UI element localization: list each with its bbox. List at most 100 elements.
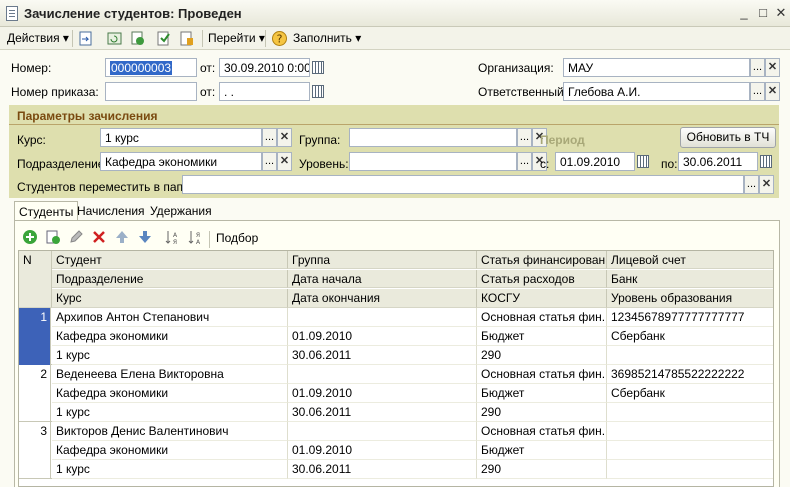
clear-icon[interactable]: ✕ bbox=[765, 58, 780, 77]
table-cell[interactable] bbox=[607, 346, 773, 365]
table-cell[interactable]: Бюджет bbox=[477, 441, 607, 460]
column-header[interactable]: Подразделение bbox=[52, 270, 288, 288]
calendar-icon[interactable] bbox=[310, 58, 325, 77]
tab-accruals[interactable]: Начисления bbox=[73, 201, 149, 221]
order-number-field[interactable] bbox=[105, 82, 197, 101]
table-cell[interactable]: Викторов Денис Валентинович bbox=[52, 422, 288, 441]
fill-menu[interactable]: Заполнить ▾ bbox=[293, 31, 361, 45]
responsible-field[interactable]: Глебова А.И. bbox=[563, 82, 750, 101]
table-cell[interactable] bbox=[288, 422, 477, 441]
sort-ascending-icon[interactable]: АЯ bbox=[164, 229, 180, 245]
table-cell[interactable]: 290 bbox=[477, 346, 607, 365]
organization-field[interactable]: МАУ bbox=[563, 58, 750, 77]
date-field[interactable]: 30.09.2010 0:00: bbox=[219, 58, 310, 77]
copy-row-icon[interactable] bbox=[45, 229, 61, 245]
update-in-table-button[interactable]: Обновить в ТЧ bbox=[680, 127, 776, 148]
table-cell[interactable]: 1 курс bbox=[52, 460, 288, 479]
table-cell[interactable]: Сбербанк bbox=[607, 327, 773, 346]
column-header[interactable]: Статья расходов bbox=[477, 270, 607, 288]
table-cell[interactable]: Сбербанк bbox=[607, 384, 773, 403]
sort-descending-icon[interactable]: ЯА bbox=[187, 229, 203, 245]
help-icon[interactable]: ? bbox=[271, 30, 288, 47]
delete-icon[interactable] bbox=[91, 229, 107, 245]
post-and-close-icon[interactable] bbox=[77, 30, 94, 47]
table-cell[interactable]: 30.06.2011 bbox=[288, 460, 477, 479]
table-cell[interactable]: Кафедра экономики bbox=[52, 384, 288, 403]
actions-menu[interactable]: Действия ▾ bbox=[7, 31, 69, 45]
column-header[interactable]: КОСГУ bbox=[477, 289, 607, 308]
goto-menu[interactable]: Перейти ▾ bbox=[208, 31, 265, 45]
table-cell[interactable]: Веденеева Елена Викторовна bbox=[52, 365, 288, 384]
table-cell[interactable]: 290 bbox=[477, 460, 607, 479]
table-row[interactable]: 1 Архипов Антон Степанович Основная статья… bbox=[19, 308, 773, 365]
table-cell[interactable]: Основная статья фин... bbox=[477, 308, 607, 327]
select-button[interactable]: ... bbox=[262, 128, 277, 147]
table-cell[interactable] bbox=[607, 441, 773, 460]
course-field[interactable]: 1 курс bbox=[100, 128, 262, 147]
table-cell[interactable]: Бюджет bbox=[477, 384, 607, 403]
table-cell[interactable]: 36985214785522222222 bbox=[607, 365, 773, 384]
period-from-field[interactable]: 01.09.2010 bbox=[555, 152, 635, 171]
column-header[interactable]: Банк bbox=[607, 270, 773, 288]
refresh-icon[interactable] bbox=[106, 30, 123, 47]
select-button[interactable]: ... bbox=[750, 82, 765, 101]
tab-students[interactable]: Студенты bbox=[14, 201, 79, 221]
table-cell[interactable] bbox=[607, 422, 773, 441]
move-up-icon[interactable] bbox=[114, 229, 130, 245]
column-header[interactable]: Дата начала bbox=[288, 270, 477, 288]
add-icon[interactable] bbox=[22, 229, 38, 245]
column-header[interactable]: Группа bbox=[288, 251, 477, 269]
move-to-folder-field[interactable] bbox=[182, 175, 744, 194]
pick-button[interactable]: Подбор bbox=[216, 231, 258, 245]
close-icon[interactable]: ✕ bbox=[772, 5, 790, 21]
clear-icon[interactable]: ✕ bbox=[765, 82, 780, 101]
table-cell[interactable] bbox=[288, 365, 477, 384]
table-cell[interactable]: Кафедра экономики bbox=[52, 327, 288, 346]
select-button[interactable]: ... bbox=[262, 152, 277, 171]
column-header[interactable]: Статья финансирован... bbox=[477, 251, 607, 269]
table-row[interactable]: 3 Викторов Денис Валентинович Основная ста… bbox=[19, 422, 773, 479]
division-field[interactable]: Кафедра экономики bbox=[100, 152, 262, 171]
table-cell[interactable]: 290 bbox=[477, 403, 607, 422]
select-button[interactable]: ... bbox=[517, 152, 532, 171]
post-document-icon[interactable] bbox=[155, 30, 172, 47]
move-down-icon[interactable] bbox=[137, 229, 153, 245]
copy-icon[interactable] bbox=[129, 30, 146, 47]
table-cell[interactable] bbox=[607, 460, 773, 479]
table-cell[interactable]: 30.06.2011 bbox=[288, 346, 477, 365]
group-field[interactable] bbox=[349, 128, 517, 147]
column-header[interactable]: Курс bbox=[52, 289, 288, 308]
table-cell[interactable]: Кафедра экономики bbox=[52, 441, 288, 460]
table-cell[interactable]: 01.09.2010 bbox=[288, 441, 477, 460]
calendar-icon[interactable] bbox=[758, 152, 773, 171]
clear-icon[interactable]: ✕ bbox=[277, 152, 292, 171]
unpost-document-icon[interactable] bbox=[178, 30, 195, 47]
calendar-icon[interactable] bbox=[635, 152, 650, 171]
select-button[interactable]: ... bbox=[517, 128, 532, 147]
table-cell[interactable]: 1 курс bbox=[52, 346, 288, 365]
table-cell[interactable]: Основная статья фин... bbox=[477, 422, 607, 441]
select-button[interactable]: ... bbox=[750, 58, 765, 77]
order-date-field[interactable]: . . bbox=[219, 82, 310, 101]
table-cell[interactable] bbox=[607, 403, 773, 422]
table-cell[interactable]: 12345678977777777777 bbox=[607, 308, 773, 327]
table-cell[interactable]: Бюджет bbox=[477, 327, 607, 346]
column-header[interactable]: Дата окончания bbox=[288, 289, 477, 308]
minimize-icon[interactable]: _ bbox=[735, 5, 753, 21]
column-header[interactable]: Лицевой счет bbox=[607, 251, 773, 269]
column-header[interactable]: Студент bbox=[52, 251, 288, 269]
table-cell[interactable]: 01.09.2010 bbox=[288, 327, 477, 346]
table-cell[interactable]: 1 курс bbox=[52, 403, 288, 422]
table-cell[interactable]: 01.09.2010 bbox=[288, 384, 477, 403]
calendar-icon[interactable] bbox=[310, 82, 325, 101]
select-button[interactable]: ... bbox=[744, 175, 759, 194]
table-cell[interactable] bbox=[288, 308, 477, 327]
clear-icon[interactable]: ✕ bbox=[759, 175, 774, 194]
table-cell[interactable]: 30.06.2011 bbox=[288, 403, 477, 422]
table-cell[interactable]: Основная статья фин... bbox=[477, 365, 607, 384]
table-cell[interactable]: Архипов Антон Степанович bbox=[52, 308, 288, 327]
number-field[interactable]: 000000003 bbox=[105, 58, 197, 77]
maximize-icon[interactable]: □ bbox=[754, 5, 772, 21]
level-field[interactable] bbox=[349, 152, 517, 171]
column-header-n[interactable]: N bbox=[19, 251, 52, 308]
